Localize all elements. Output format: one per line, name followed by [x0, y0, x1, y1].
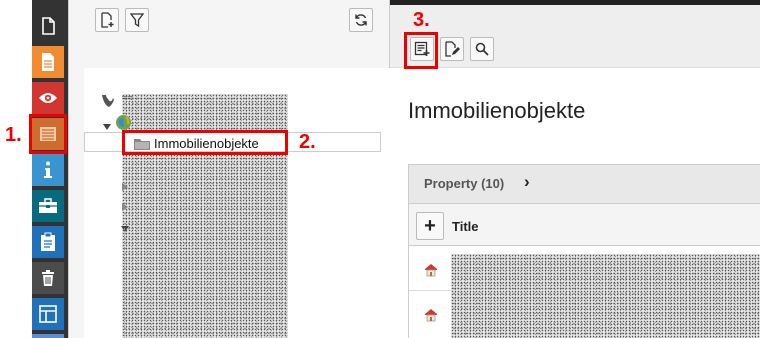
access-module-button[interactable] — [32, 190, 64, 222]
tree-guide-line — [124, 228, 125, 338]
tree-root-label: ≈≈ — [122, 93, 133, 104]
new-page-icon — [101, 12, 114, 28]
filter-button[interactable] — [125, 8, 149, 32]
pagelayout-module-button[interactable] — [32, 46, 64, 78]
highlight-tree-node — [122, 130, 288, 155]
view-module-button[interactable] — [32, 82, 64, 114]
collapse-arrow-icon[interactable] — [122, 178, 128, 191]
edit-page-icon — [445, 41, 460, 57]
edit-page-button[interactable] — [440, 37, 464, 61]
module-menu — [0, 0, 68, 338]
layout-icon — [39, 305, 57, 323]
info-module-button[interactable] — [32, 154, 64, 186]
chevron-right-icon[interactable]: › — [524, 172, 530, 192]
new-page-button[interactable] — [95, 8, 119, 32]
collapse-arrow-icon[interactable] — [122, 198, 128, 211]
step-3-label: 3. — [413, 9, 430, 31]
clipboard-icon — [41, 232, 55, 251]
record-house-icon — [423, 307, 439, 323]
expand-arrow-icon[interactable] — [103, 118, 111, 130]
page-module-button[interactable] — [32, 10, 64, 42]
highlight-new-record — [404, 32, 438, 69]
search-button[interactable] — [470, 37, 494, 61]
globe-icon — [115, 114, 132, 131]
page-title: Immobilienobjekte — [408, 98, 586, 123]
next-module-button[interactable] — [32, 334, 64, 338]
refresh-icon — [355, 14, 367, 26]
recycler-module-button[interactable] — [32, 262, 64, 294]
column-header-title[interactable]: Title — [452, 219, 479, 234]
records-blurred-content — [451, 254, 760, 338]
record-house-icon — [423, 262, 439, 278]
search-icon — [475, 42, 489, 56]
panel-title[interactable]: Property (10) — [424, 176, 504, 191]
step-1-label: 1. — [5, 124, 22, 146]
info-icon — [44, 161, 52, 178]
document-icon — [42, 53, 54, 71]
plus-icon: + — [424, 215, 436, 237]
template-module-button[interactable] — [32, 298, 64, 330]
page-icon — [42, 17, 55, 35]
expand-all-button[interactable]: + — [416, 212, 444, 240]
reports-module-button[interactable] — [32, 226, 64, 258]
refresh-tree-button[interactable] — [349, 8, 373, 32]
step-2-label: 2. — [299, 131, 316, 153]
toolbox-icon — [39, 198, 57, 213]
trash-icon — [42, 270, 54, 286]
filter-icon — [130, 13, 144, 27]
expand-arrow-icon[interactable] — [121, 219, 129, 232]
highlight-list-module — [29, 114, 67, 154]
eye-icon — [39, 93, 57, 103]
typo3-root-icon — [101, 94, 117, 108]
